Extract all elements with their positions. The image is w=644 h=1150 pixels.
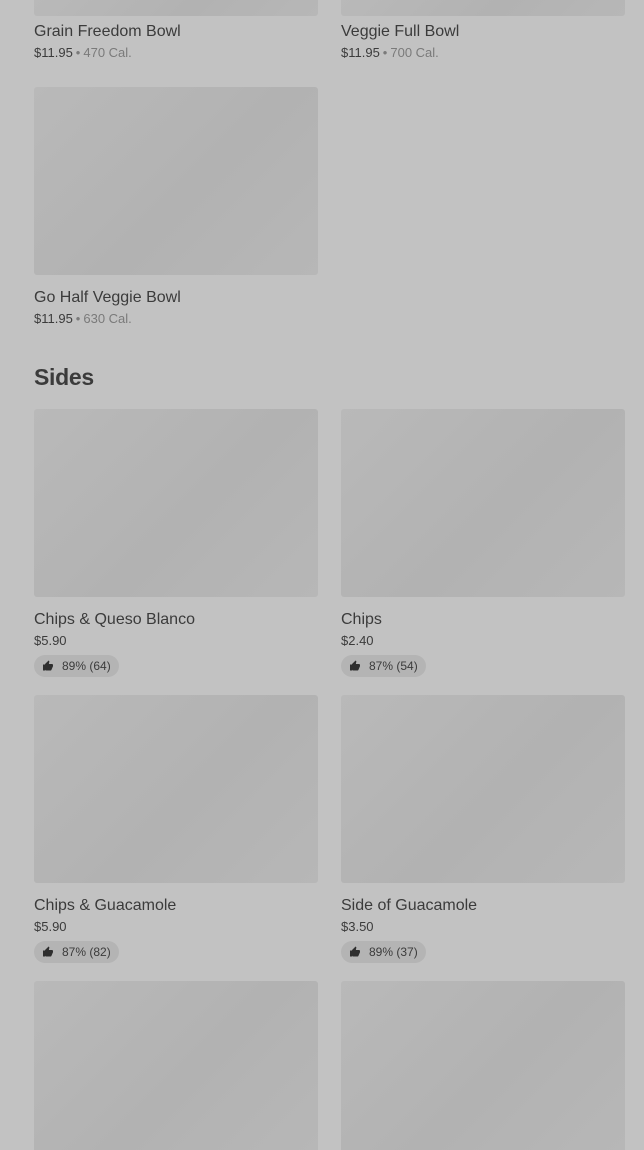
menu-item-price: $2.40 <box>341 633 374 648</box>
menu-item-meta: $11.95 • 470 Cal. <box>34 45 318 61</box>
menu-item-card[interactable]: Side of Guacamole $3.50 89% (37) <box>341 695 625 963</box>
menu-item-price: $5.90 <box>34 633 67 648</box>
menu-item-card[interactable]: Grain Freedom Bowl $11.95 • 470 Cal. <box>34 0 318 61</box>
menu-item-card[interactable]: Chips & Guacamole $5.90 87% (82) <box>34 695 318 963</box>
menu-item-name: Chips & Queso Blanco <box>34 611 195 628</box>
thumbs-up-icon <box>43 660 53 671</box>
menu-item-price: $11.95 <box>34 311 73 326</box>
rating-text: 89% (37) <box>369 945 418 959</box>
rating-badge: 89% (64) <box>34 655 119 677</box>
rating-badge: 87% (82) <box>34 941 119 963</box>
menu-item-card[interactable]: Chips & Queso Blanco $5.90 89% (64) <box>34 409 318 677</box>
menu-item-card[interactable] <box>341 981 625 1150</box>
menu-item-price: $11.95 <box>341 45 380 60</box>
rating-badge: 87% (54) <box>341 655 426 677</box>
thumbs-up-icon <box>350 946 360 957</box>
section-title-sides: Sides <box>34 364 94 390</box>
menu-item-card[interactable]: Go Half Veggie Bowl $11.95 • 630 Cal. <box>34 87 318 327</box>
menu-page: Grain Freedom Bowl $11.95 • 470 Cal. Veggi… <box>0 0 644 1150</box>
menu-item-name: Grain Freedom Bowl <box>34 23 181 40</box>
menu-item-meta: $11.95 • 700 Cal. <box>341 45 625 61</box>
menu-item-image[interactable] <box>341 981 625 1150</box>
menu-item-calories: 700 Cal. <box>390 45 439 60</box>
menu-item-image[interactable] <box>34 409 318 597</box>
menu-item-name: Chips <box>341 611 382 628</box>
separator-dot: • <box>382 45 388 60</box>
menu-item-image[interactable] <box>341 409 625 597</box>
rating-badge: 89% (37) <box>341 941 426 963</box>
rating-text: 87% (82) <box>62 945 111 959</box>
menu-item-image[interactable] <box>34 695 318 883</box>
menu-item-name: Go Half Veggie Bowl <box>34 289 181 306</box>
menu-item-image[interactable] <box>34 981 318 1150</box>
menu-item-name: Veggie Full Bowl <box>341 23 460 40</box>
menu-item-price: $5.90 <box>34 919 67 934</box>
menu-item-image[interactable] <box>34 0 318 16</box>
menu-item-card[interactable] <box>34 981 318 1150</box>
menu-item-card[interactable]: Chips $2.40 87% (54) <box>341 409 625 677</box>
menu-item-name: Chips & Guacamole <box>34 897 177 914</box>
rating-text: 89% (64) <box>62 659 111 673</box>
menu-item-meta: $11.95 • 630 Cal. <box>34 311 318 327</box>
menu-item-image[interactable] <box>341 0 625 16</box>
separator-dot: • <box>75 311 81 326</box>
thumbs-up-icon <box>350 660 360 671</box>
menu-item-price: $3.50 <box>341 919 374 934</box>
thumbs-up-icon <box>43 946 53 957</box>
menu-item-image[interactable] <box>341 695 625 883</box>
rating-text: 87% (54) <box>369 659 418 673</box>
menu-item-calories: 630 Cal. <box>83 311 132 326</box>
menu-item-card[interactable]: Veggie Full Bowl $11.95 • 700 Cal. <box>341 0 625 61</box>
menu-item-price: $11.95 <box>34 45 73 60</box>
menu-item-calories: 470 Cal. <box>83 45 132 60</box>
menu-item-image[interactable] <box>34 87 318 275</box>
separator-dot: • <box>75 45 81 60</box>
menu-item-name: Side of Guacamole <box>341 897 478 914</box>
